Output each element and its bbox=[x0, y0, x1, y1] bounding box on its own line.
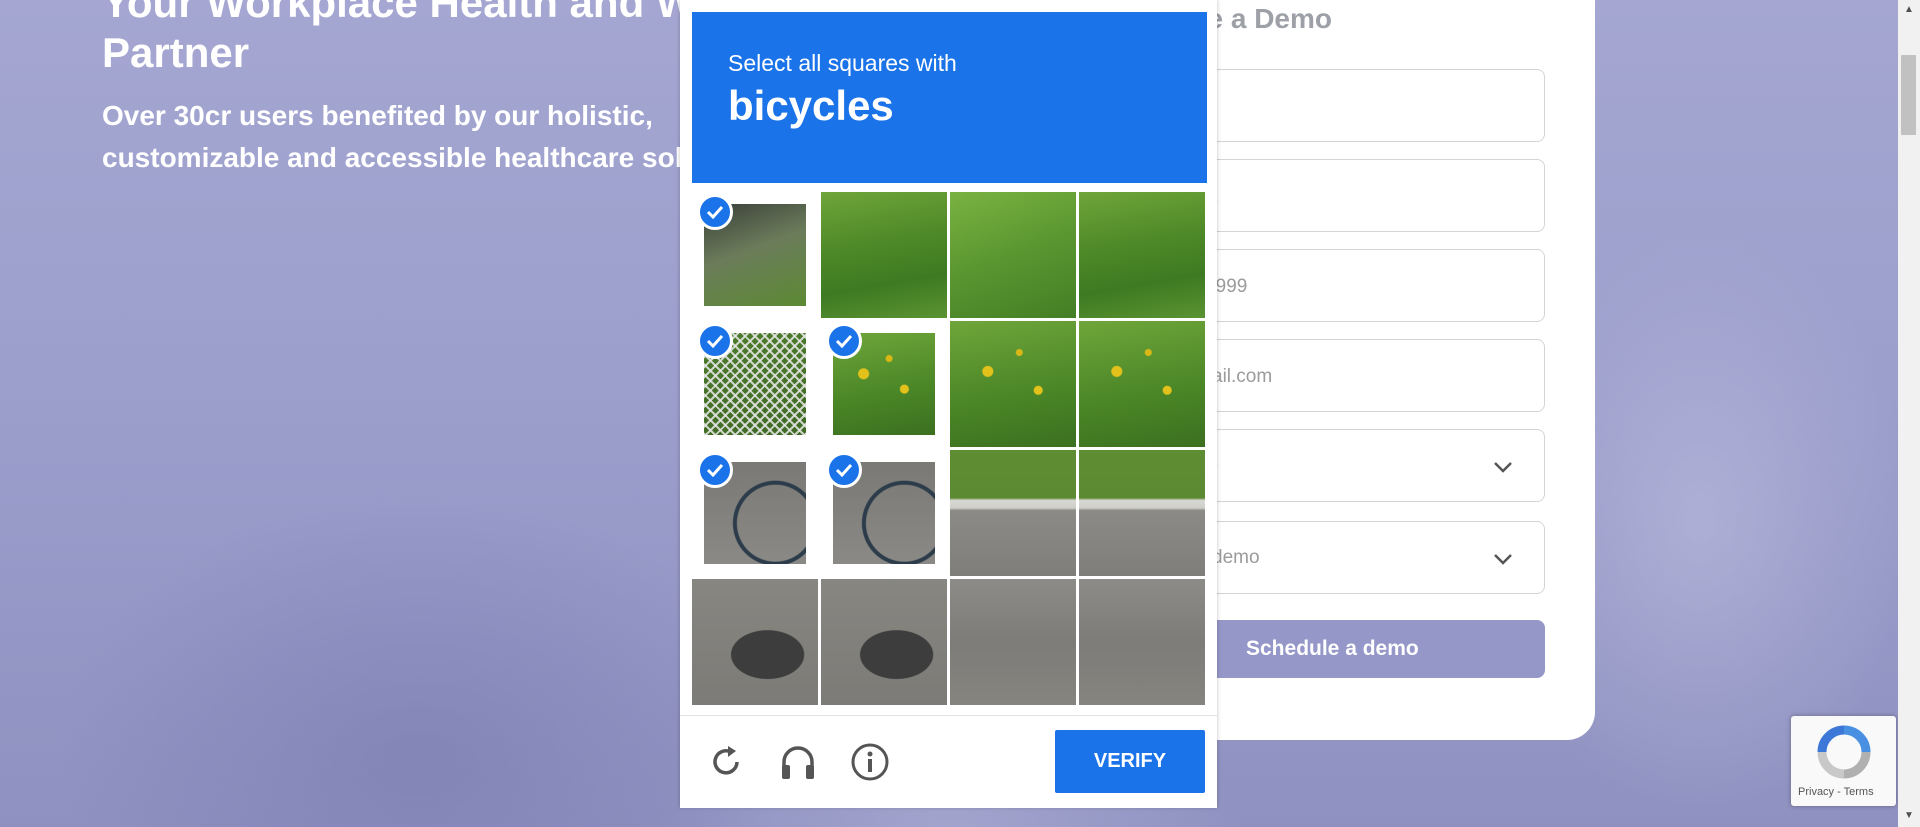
hero-subtitle-line-1: Over 30cr users benefited by our holisti… bbox=[102, 100, 653, 131]
captcha-tile[interactable] bbox=[692, 579, 818, 705]
tile-image bbox=[1079, 450, 1205, 576]
captcha-tile[interactable] bbox=[821, 192, 947, 318]
tile-image bbox=[1079, 579, 1205, 705]
captcha-tile[interactable] bbox=[1079, 192, 1205, 318]
chevron-down-icon bbox=[1494, 462, 1512, 473]
captcha-tile[interactable] bbox=[1079, 579, 1205, 705]
check-icon bbox=[697, 194, 733, 230]
tile-image bbox=[950, 450, 1076, 576]
tile-image bbox=[821, 579, 947, 705]
tile-image bbox=[950, 192, 1076, 318]
captcha-tile[interactable] bbox=[1079, 450, 1205, 576]
captcha-tile[interactable] bbox=[692, 450, 818, 576]
tile-image bbox=[950, 579, 1076, 705]
verify-label: VERIFY bbox=[1093, 750, 1167, 772]
scrollbar-thumb[interactable] bbox=[1901, 55, 1916, 135]
recaptcha-links[interactable]: Privacy - Terms bbox=[1798, 786, 1874, 798]
captcha-tile[interactable] bbox=[950, 192, 1076, 318]
captcha-tile[interactable] bbox=[950, 579, 1076, 705]
scroll-up-icon[interactable]: ▲ bbox=[1904, 4, 1914, 15]
captcha-tile[interactable] bbox=[821, 579, 947, 705]
captcha-target: bicycles bbox=[728, 82, 894, 129]
tile-image bbox=[821, 192, 947, 318]
demo-type-value: demo bbox=[1212, 547, 1260, 568]
recaptcha-logo-icon bbox=[1817, 725, 1871, 779]
phone-field-placeholder: '999 bbox=[1212, 276, 1248, 297]
captcha-tile[interactable] bbox=[692, 192, 818, 318]
captcha-instruction: Select all squares with bbox=[728, 50, 957, 76]
headphones-icon[interactable] bbox=[776, 740, 820, 784]
check-icon bbox=[697, 323, 733, 359]
captcha-tile[interactable] bbox=[821, 450, 947, 576]
captcha-grid bbox=[692, 192, 1207, 706]
scroll-down-icon[interactable]: ▼ bbox=[1904, 810, 1914, 821]
schedule-demo-label: Schedule a demo bbox=[1246, 637, 1419, 660]
check-icon bbox=[697, 452, 733, 488]
captcha-tile[interactable] bbox=[692, 321, 818, 447]
tile-image bbox=[950, 321, 1076, 447]
check-icon bbox=[826, 323, 862, 359]
captcha-tile[interactable] bbox=[950, 321, 1076, 447]
captcha-tile[interactable] bbox=[821, 321, 947, 447]
check-icon bbox=[826, 452, 862, 488]
captcha-tile[interactable] bbox=[950, 450, 1076, 576]
tile-image bbox=[692, 579, 818, 705]
reload-icon[interactable] bbox=[704, 740, 748, 784]
tile-image bbox=[1079, 321, 1205, 447]
captcha-tile[interactable] bbox=[1079, 321, 1205, 447]
verify-button[interactable]: VERIFY bbox=[1055, 730, 1205, 793]
tile-image bbox=[1079, 192, 1205, 318]
chevron-down-icon bbox=[1494, 554, 1512, 565]
info-icon[interactable] bbox=[848, 740, 892, 784]
hero-subtitle: Over 30cr users benefited by our holisti… bbox=[102, 95, 722, 179]
captcha-header: Select all squares with bicycles bbox=[692, 12, 1207, 183]
email-field-placeholder: ail.com bbox=[1212, 366, 1273, 387]
hero-subtitle-line-2: customizable and accessible healthcare s… bbox=[102, 142, 700, 173]
